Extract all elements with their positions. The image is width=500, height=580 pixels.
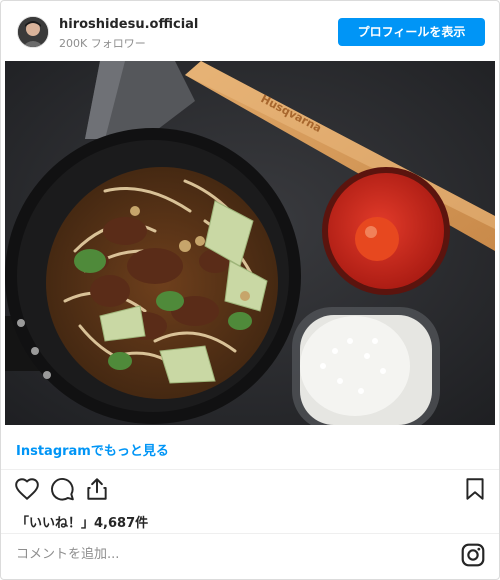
view-more-on-instagram-link[interactable]: Instagramでもっと見る <box>16 440 169 459</box>
view-profile-button[interactable]: プロフィールを表示 <box>338 18 485 46</box>
like-count[interactable]: 「いいね！」4,687件 <box>16 512 148 531</box>
avatar[interactable] <box>17 16 49 48</box>
instagram-embed-card: hiroshidesu.official 200K フォロワー プロフィールを表… <box>0 0 500 580</box>
divider <box>1 469 499 470</box>
heart-icon[interactable] <box>14 476 40 502</box>
post-photo[interactable]: Husqvarna <box>5 61 495 425</box>
bookmark-icon[interactable] <box>462 476 488 502</box>
instagram-logo-icon[interactable] <box>460 542 486 568</box>
share-icon[interactable] <box>84 476 110 502</box>
username-link[interactable]: hiroshidesu.official <box>59 17 198 32</box>
post-header: hiroshidesu.official 200K フォロワー プロフィールを表… <box>1 1 499 61</box>
comment-bubble-icon[interactable] <box>49 476 75 502</box>
follower-count: 200K フォロワー <box>59 37 146 50</box>
rice-container <box>292 307 440 425</box>
red-bowl-egg <box>322 167 450 295</box>
divider <box>1 533 499 534</box>
add-comment-field[interactable]: コメントを追加... <box>16 543 436 567</box>
frying-pan <box>5 128 301 424</box>
